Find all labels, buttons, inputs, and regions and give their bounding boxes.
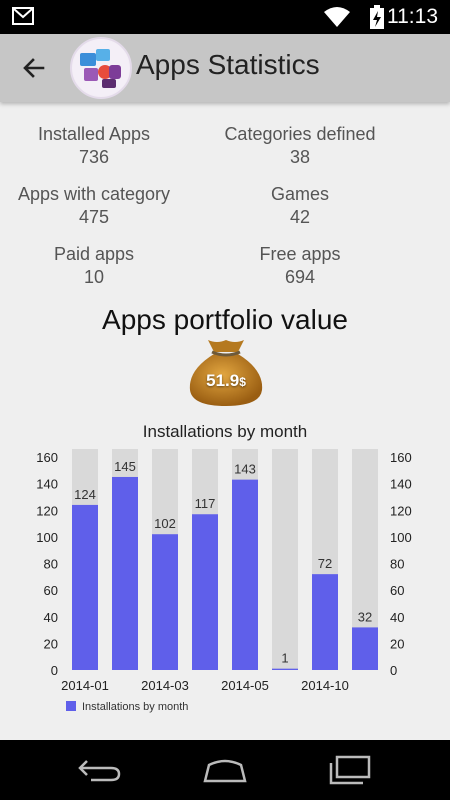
installations-chart: 0 0 20 20 40 40 60 60 80 80 100 100 120 120 140 140 160 1… bbox=[36, 449, 412, 713]
nav-back-icon bbox=[78, 760, 121, 782]
stat-categories-defined: Categories defined 38 bbox=[190, 123, 410, 169]
stat-value: 694 bbox=[284, 267, 316, 287]
data-bar bbox=[312, 574, 338, 670]
data-bar bbox=[152, 534, 178, 670]
back-button[interactable] bbox=[14, 48, 54, 88]
wifi-icon bbox=[324, 7, 350, 27]
data-bar bbox=[272, 668, 298, 670]
y-tick-label-right: 100 bbox=[390, 530, 412, 545]
nav-back-button[interactable] bbox=[70, 750, 130, 790]
y-tick-label-right: 20 bbox=[390, 636, 404, 651]
stat-value: 475 bbox=[78, 207, 110, 227]
navigation-bar bbox=[0, 740, 450, 800]
y-tick-label-right: 160 bbox=[390, 450, 412, 465]
y-tick-label-left: 120 bbox=[36, 503, 58, 518]
legend-label: Installations by month bbox=[82, 701, 188, 713]
stat-label: Free apps bbox=[259, 244, 341, 264]
bar-value-label: 124 bbox=[74, 487, 96, 502]
data-bar bbox=[112, 476, 138, 670]
y-tick-label-left: 40 bbox=[44, 610, 58, 625]
stat-installed-apps: Installed Apps 736 bbox=[0, 123, 204, 169]
nav-home-button[interactable] bbox=[195, 750, 255, 790]
stat-apps-with-category: Apps with category 475 bbox=[0, 183, 204, 229]
x-tick-label: 2014-03 bbox=[141, 678, 189, 693]
y-tick-label-right: 120 bbox=[390, 503, 412, 518]
nav-recents-button[interactable] bbox=[320, 750, 380, 790]
page-title: Apps Statistics bbox=[136, 49, 320, 80]
status-bar: 11:13 bbox=[0, 0, 450, 34]
y-tick-label-right: 60 bbox=[390, 583, 404, 598]
y-tick-label-left: 160 bbox=[36, 450, 58, 465]
bar-value-label: 117 bbox=[195, 496, 216, 511]
app-logo-icon bbox=[73, 40, 129, 96]
legend-swatch bbox=[66, 701, 76, 711]
nav-home-icon bbox=[203, 759, 247, 783]
stat-free-apps: Free apps 694 bbox=[190, 243, 410, 289]
stat-value: 736 bbox=[78, 147, 110, 167]
nav-recents-icon bbox=[329, 755, 371, 785]
stat-label: Apps with category bbox=[17, 184, 171, 204]
x-tick-label: 2014-10 bbox=[301, 678, 349, 693]
y-tick-label-left: 60 bbox=[44, 583, 58, 598]
portfolio-title: Apps portfolio value bbox=[102, 304, 348, 335]
back-arrow-icon bbox=[23, 58, 45, 78]
action-bar: Apps Statistics bbox=[0, 34, 450, 102]
y-tick-label-left: 100 bbox=[36, 530, 58, 545]
clock: 11:13 bbox=[387, 5, 438, 28]
stat-value: 42 bbox=[289, 207, 311, 227]
stat-label: Installed Apps bbox=[37, 124, 151, 144]
battery-charging-icon bbox=[370, 5, 384, 29]
y-tick-label-right: 0 bbox=[390, 663, 397, 678]
y-tick-label-left: 80 bbox=[44, 557, 58, 572]
data-bar bbox=[72, 504, 98, 670]
y-tick-label-right: 40 bbox=[390, 610, 404, 625]
data-bar bbox=[352, 627, 378, 670]
stat-label: Games bbox=[270, 184, 330, 204]
stat-label: Categories defined bbox=[224, 124, 376, 144]
y-tick-label-left: 20 bbox=[44, 636, 58, 651]
portfolio-currency: $ bbox=[239, 375, 246, 389]
bar-value-label: 1 bbox=[281, 651, 288, 666]
x-tick-label: 2014-05 bbox=[221, 678, 269, 693]
data-bar bbox=[232, 479, 258, 670]
app-logo bbox=[70, 37, 132, 99]
x-tick-label: 2014-01 bbox=[61, 678, 109, 693]
stat-paid-apps: Paid apps 10 bbox=[0, 243, 204, 289]
background-bar bbox=[272, 449, 298, 670]
bar-value-label: 102 bbox=[154, 516, 176, 531]
gmail-notification-icon bbox=[12, 7, 34, 25]
bar-value-label: 72 bbox=[318, 556, 332, 571]
portfolio-value: 51.9$ bbox=[196, 371, 256, 391]
stat-value: 38 bbox=[289, 147, 311, 167]
bar-value-label: 143 bbox=[234, 462, 256, 477]
stat-value: 10 bbox=[83, 267, 105, 287]
data-bar bbox=[192, 514, 218, 670]
y-tick-label-right: 80 bbox=[390, 557, 404, 572]
stat-label: Paid apps bbox=[53, 244, 135, 264]
stat-games: Games 42 bbox=[190, 183, 410, 229]
bar-value-label: 32 bbox=[358, 609, 372, 624]
portfolio-amount: 51.9 bbox=[206, 371, 240, 390]
y-tick-label-right: 140 bbox=[390, 477, 412, 492]
chart-title: Installations by month bbox=[142, 422, 308, 441]
y-tick-label-left: 0 bbox=[51, 663, 58, 678]
y-tick-label-left: 140 bbox=[36, 477, 58, 492]
bar-value-label: 145 bbox=[114, 459, 136, 474]
